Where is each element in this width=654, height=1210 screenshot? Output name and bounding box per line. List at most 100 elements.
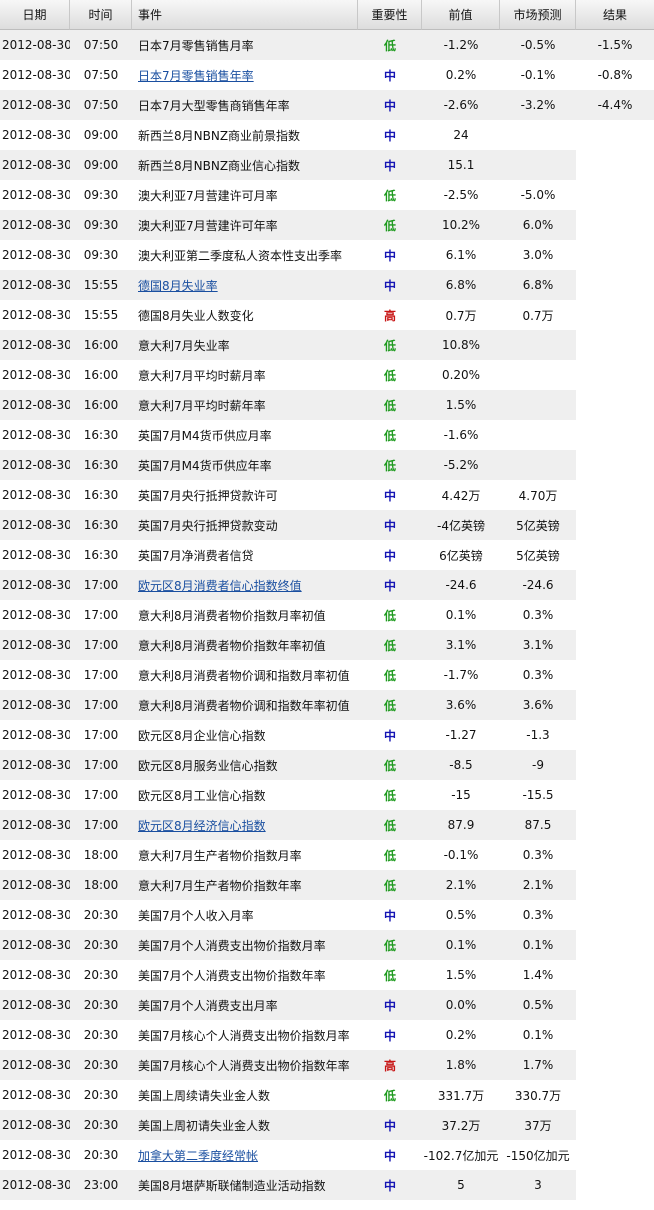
table-row: 2012-08-30 09:00 新西兰8月NBNZ商业前景指数 中 24 [0, 120, 654, 150]
date-cell: 2012-08-30 [0, 870, 70, 900]
previous-value: 0.20% [441, 368, 481, 382]
previous-value: 0.2% [445, 68, 477, 82]
event-cell: 意大利8月消费者物价指数月率初值 [138, 608, 326, 623]
table-row: 2012-08-30 20:30 美国上周续请失业金人数 低 331.7万 330.7万 [0, 1080, 654, 1110]
result-value [576, 870, 654, 900]
table-row: 2012-08-30 20:30 美国7月个人收入月率 中 0.5% 0.3% [0, 900, 654, 930]
previous-value: 3.6% [422, 690, 500, 720]
time-cell: 09:30 [83, 248, 119, 262]
time-cell: 07:50 [70, 30, 132, 60]
result-value [576, 1050, 654, 1080]
forecast-value: 0.1% [500, 930, 576, 960]
importance-badge: 低 [383, 788, 396, 803]
date-cell: 2012-08-30 [2, 308, 70, 322]
header-date: 日期 [0, 0, 70, 30]
date-cell: 2012-08-30 [2, 728, 70, 742]
forecast-value: 4.70万 [518, 488, 558, 503]
time-cell: 16:30 [83, 428, 119, 442]
time-cell: 20:30 [70, 1110, 132, 1140]
importance-badge: 低 [358, 30, 422, 60]
previous-value: 6亿英镑 [439, 548, 483, 563]
importance-badge: 低 [358, 690, 422, 720]
result-value [576, 180, 654, 210]
date-cell: 2012-08-30 [2, 668, 70, 682]
table-row: 2012-08-30 17:00 欧元区8月消费者信心指数终值中 -24.6 -24.6 [0, 570, 654, 600]
table-row: 2012-08-30 17:00 欧元区8月服务业信心指数低 -8.5 -9 [0, 750, 654, 780]
forecast-value: 0.3% [522, 608, 554, 622]
event-cell: 英国7月央行抵押贷款许可 [138, 488, 278, 503]
event-link[interactable]: 德国8月失业率 [138, 279, 218, 293]
event-cell: 意大利8月消费者物价指数年率初值 [132, 630, 358, 660]
previous-value: 2.1% [422, 870, 500, 900]
header-forecast: 市场预测 [500, 0, 576, 30]
event-cell: 新西兰8月NBNZ商业前景指数 [138, 128, 301, 143]
importance-badge: 中 [383, 548, 396, 563]
forecast-value: 2.1% [500, 870, 576, 900]
table-row: 2012-08-30 20:30 美国7月核心个人消费支出物价指数年率高 1.8% 1.… [0, 1050, 654, 1080]
forecast-value: -1.3 [526, 728, 550, 742]
forecast-value: 330.7万 [514, 1088, 562, 1103]
date-cell: 2012-08-30 [2, 908, 70, 922]
event-link[interactable]: 日本7月零售销售年率 [138, 69, 254, 83]
forecast-value [500, 360, 576, 390]
table-row: 2012-08-30 16:30 英国7月M4货币供应月率 低 -1.6% [0, 420, 654, 450]
forecast-value: 1.7% [500, 1050, 576, 1080]
table-row: 2012-08-30 07:50 日本7月零售销售月率低 -1.2% -0.5% -1.5… [0, 30, 654, 60]
forecast-value: 5亿英镑 [500, 510, 576, 540]
result-value [576, 420, 654, 450]
event-link[interactable]: 加拿大第二季度经常帐 [138, 1149, 258, 1163]
table-row: 2012-08-30 17:00 意大利8月消费者物价调和指数月率初值 低 -1.7% 0… [0, 660, 654, 690]
event-cell: 欧元区8月消费者信心指数终值 [132, 570, 358, 600]
table-row: 2012-08-30 17:00 欧元区8月工业信心指数 低 -15 -15.5 [0, 780, 654, 810]
result-value [576, 480, 654, 510]
table-row: 2012-08-30 17:00 意大利8月消费者物价调和指数年率初值低 3.6% 3.… [0, 690, 654, 720]
result-value [576, 1020, 654, 1050]
previous-value: 10.8% [422, 330, 500, 360]
result-value [576, 630, 654, 660]
event-cell: 日本7月零售销售年率 [132, 60, 358, 90]
event-cell: 新西兰8月NBNZ商业信心指数 [132, 150, 358, 180]
forecast-value [500, 330, 576, 360]
date-cell: 2012-08-30 [0, 930, 70, 960]
importance-badge: 中 [383, 488, 396, 503]
header-importance: 重要性 [358, 0, 422, 30]
forecast-value [500, 150, 576, 180]
result-value [576, 900, 654, 930]
date-cell: 2012-08-30 [2, 428, 70, 442]
importance-badge: 中 [358, 150, 422, 180]
table-row: 2012-08-30 16:30 英国7月净消费者信贷 中 6亿英镑 5亿英镑 [0, 540, 654, 570]
event-link[interactable]: 欧元区8月消费者信心指数终值 [138, 579, 302, 593]
time-cell: 18:00 [70, 870, 132, 900]
importance-badge: 中 [358, 90, 422, 120]
date-cell: 2012-08-30 [2, 548, 70, 562]
importance-badge: 高 [383, 308, 396, 323]
forecast-value: -0.5% [500, 30, 576, 60]
table-row: 2012-08-30 09:30 澳大利亚7月营建许可月率 低 -2.5% -5.0% [0, 180, 654, 210]
time-cell: 16:30 [83, 488, 119, 502]
forecast-value: 0.3% [522, 848, 554, 862]
previous-value: 0.0% [422, 990, 500, 1020]
event-cell: 美国上周初请失业金人数 [132, 1110, 358, 1140]
time-cell: 09:00 [70, 150, 132, 180]
time-cell: 16:00 [70, 390, 132, 420]
previous-value: 1.5% [422, 390, 500, 420]
event-cell: 美国7月核心个人消费支出物价指数月率 [138, 1028, 350, 1043]
previous-value: -1.2% [422, 30, 500, 60]
time-cell: 16:00 [70, 330, 132, 360]
date-cell: 2012-08-30 [0, 750, 70, 780]
forecast-value: -3.2% [500, 90, 576, 120]
previous-value: 4.42万 [441, 488, 481, 503]
event-cell: 意大利7月生产者物价指数月率 [138, 848, 302, 863]
importance-badge: 中 [358, 570, 422, 600]
event-cell: 英国7月央行抵押贷款变动 [132, 510, 358, 540]
event-link[interactable]: 欧元区8月经济信心指数 [138, 819, 266, 833]
event-cell: 澳大利亚第二季度私人资本性支出季率 [138, 248, 343, 263]
previous-value: -5.2% [422, 450, 500, 480]
importance-badge: 低 [358, 870, 422, 900]
result-value [576, 360, 654, 390]
forecast-value: -0.1% [520, 68, 556, 82]
time-cell: 20:30 [83, 1028, 119, 1042]
date-cell: 2012-08-30 [0, 990, 70, 1020]
event-cell: 加拿大第二季度经常帐 [132, 1140, 358, 1170]
table-row: 2012-08-30 20:30 美国7月个人消费支出物价指数年率 低 1.5% 1.4% [0, 960, 654, 990]
